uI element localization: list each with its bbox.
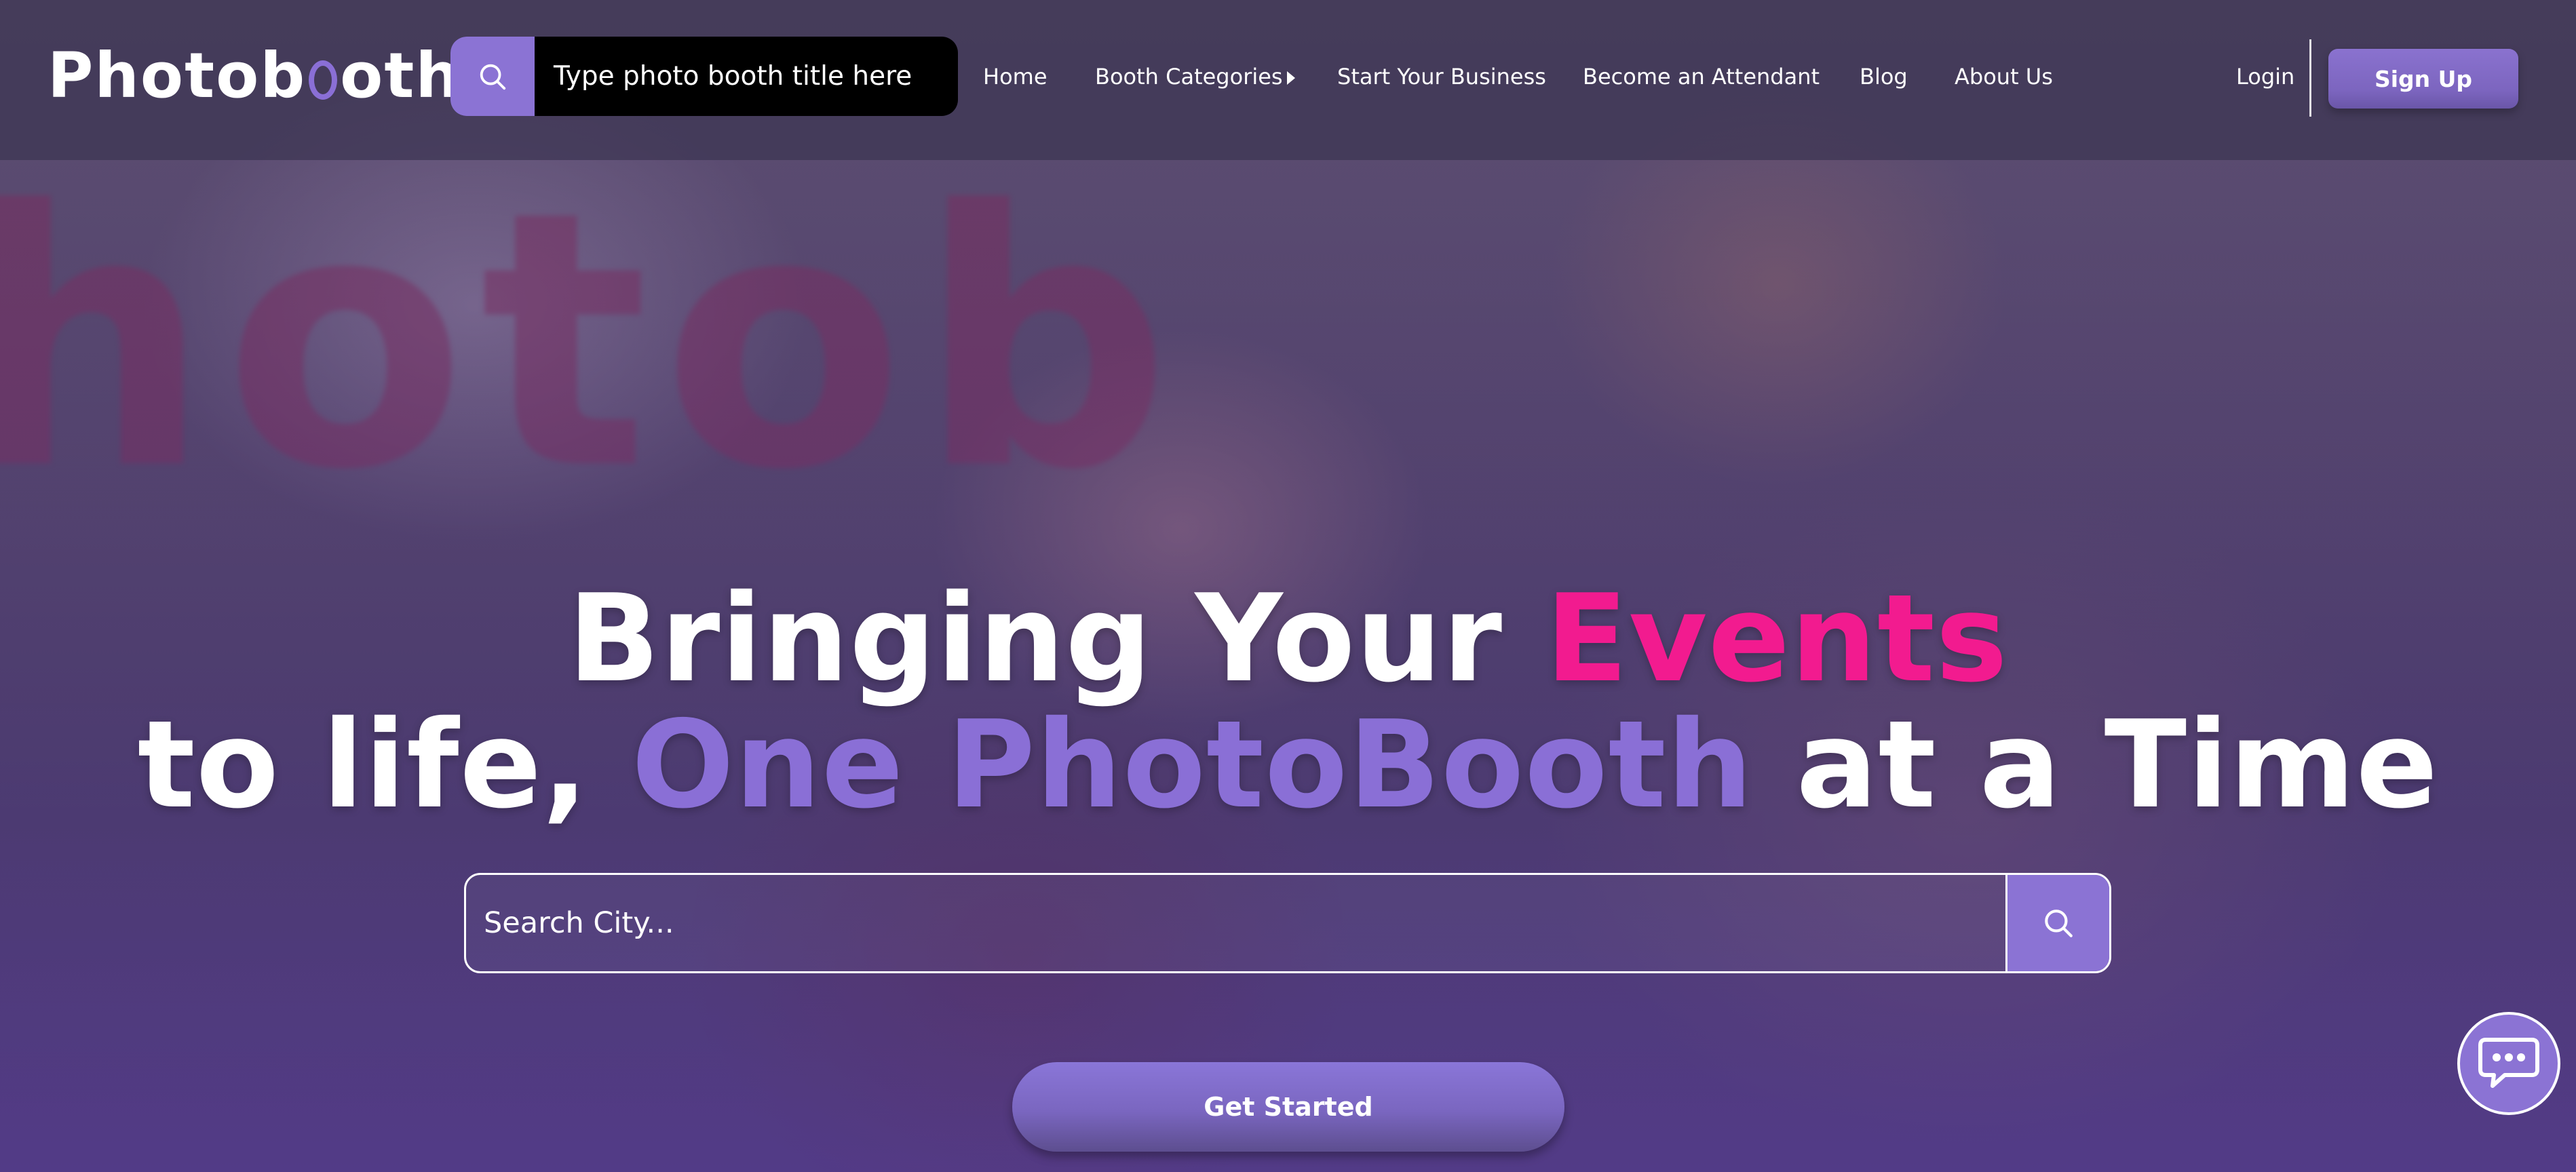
city-search-input[interactable]: Search City... [466,875,2005,971]
header-divider [2309,39,2311,117]
page: hotob Photobothify Type photo booth titl… [0,0,2576,1172]
hero-headline-line2: to life, One PhotoBooth at a Time [0,695,2576,835]
city-search-button[interactable] [2005,875,2109,971]
city-search: Search City... [464,873,2111,973]
chat-icon [2478,1038,2539,1088]
headline-highlight-events: Events [1545,568,2009,709]
nav-blog[interactable]: Blog [1860,64,1908,90]
header-search: Type photo booth title here [450,37,958,116]
hero-headline-line1: Bringing Your Events [0,568,2576,709]
site-header: Photob othify Type photo booth title here… [0,0,2576,160]
headline-text: to life, [137,695,632,835]
nav-become-an-attendant[interactable]: Become an Attendant [1583,64,1820,90]
headline-highlight-photobooth: One PhotoBooth [631,695,1754,835]
header-search-button[interactable] [450,37,535,116]
logo-prefix: Photob [47,39,307,112]
chat-widget-button[interactable] [2457,1012,2560,1115]
get-started-button[interactable]: Get Started [1012,1062,1564,1152]
nav-booth-categories[interactable]: Booth Categories [1095,64,1295,90]
logo-lens-icon [309,60,338,100]
caret-right-icon [1286,71,1295,85]
signup-button[interactable]: Sign Up [2328,49,2518,109]
nav-home[interactable]: Home [983,64,1047,90]
headline-text: at a Time [1753,695,2439,835]
nav-start-your-business[interactable]: Start Your Business [1337,64,1546,90]
nav-booth-categories-label: Booth Categories [1095,64,1283,90]
headline-text: Bringing Your [567,568,1545,709]
search-icon [2045,910,2073,937]
header-search-input[interactable]: Type photo booth title here [535,37,958,116]
login-link[interactable]: Login [2236,64,2294,90]
search-icon [480,64,506,90]
nav-about-us[interactable]: About Us [1955,64,2053,90]
